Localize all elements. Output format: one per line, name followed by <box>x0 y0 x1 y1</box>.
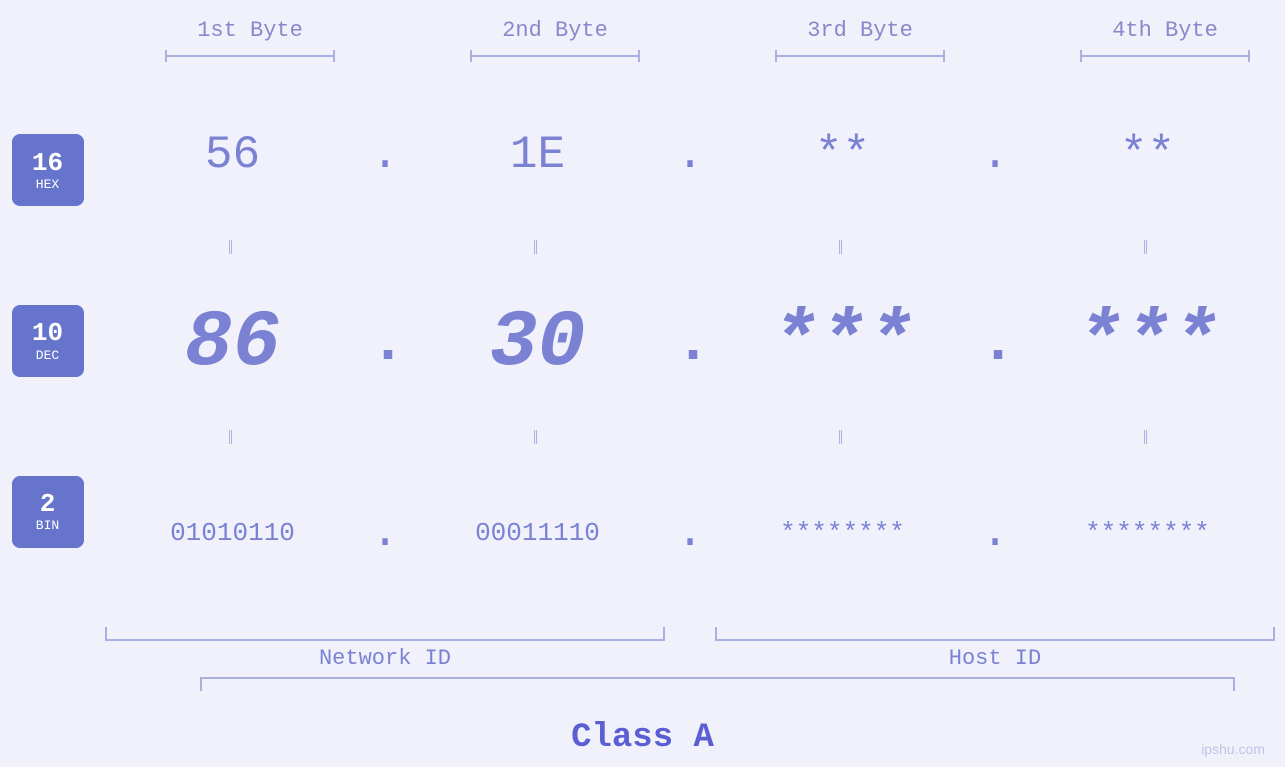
dec-badge-num: 10 <box>32 319 63 348</box>
bin-b2-value: 00011110 <box>475 518 600 548</box>
dec-b2-cell: 30 <box>400 298 675 389</box>
dec-dot2: . <box>675 310 705 378</box>
eq1-b2: ‖ <box>400 237 675 261</box>
spacer-between-brackets <box>675 621 705 641</box>
rows-area: 16 HEX 10 DEC 2 BIN 56 . 1E <box>0 75 1285 677</box>
equals-row-1: ‖ ‖ ‖ ‖ <box>95 234 1285 264</box>
dec-b2-value: 30 <box>489 298 585 389</box>
network-id-bracket-container <box>95 621 675 641</box>
bin-badge-label: BIN <box>36 518 59 533</box>
hex-b1-value: 56 <box>205 129 260 181</box>
hex-dot3: . <box>980 129 1010 181</box>
byte3-bracket-line <box>775 55 945 57</box>
class-bracket-line <box>200 677 1235 679</box>
hex-b3-cell: ** <box>705 129 980 181</box>
class-section: Class A <box>0 677 1285 767</box>
byte4-bracket <box>1028 47 1285 65</box>
data-grid: 56 . 1E . ** . ** ‖ ‖ <box>95 75 1285 677</box>
dec-b4-cell: *** <box>1010 298 1285 389</box>
hex-b2-value: 1E <box>510 129 565 181</box>
byte3-bracket <box>723 47 998 65</box>
bin-b3-cell: ******** <box>705 518 980 548</box>
bin-b1-value: 01010110 <box>170 518 295 548</box>
main-container: 1st Byte 2nd Byte 3rd Byte 4th Byte 16 <box>0 0 1285 767</box>
badges-column: 16 HEX 10 DEC 2 BIN <box>0 75 95 677</box>
byte1-label: 1st Byte <box>113 18 388 43</box>
hex-badge: 16 HEX <box>12 134 84 206</box>
byte2-bracket <box>418 47 693 65</box>
hex-b1-cell: 56 <box>95 129 370 181</box>
dec-row: 86 . 30 . *** . *** <box>95 264 1285 423</box>
byte2-label: 2nd Byte <box>418 18 693 43</box>
hex-dot2: . <box>675 129 705 181</box>
bin-b4-cell: ******** <box>1010 518 1285 548</box>
dec-b1-cell: 86 <box>95 298 370 389</box>
network-id-bracket-line <box>105 639 665 641</box>
dec-b3-cell: *** <box>705 298 980 389</box>
eq1-b4: ‖ <box>1010 237 1285 261</box>
hex-badge-label: HEX <box>36 177 59 192</box>
hex-dot1: . <box>370 129 400 181</box>
dec-dot1: . <box>370 310 400 378</box>
dec-b1-value: 86 <box>184 298 280 389</box>
byte2-bracket-line <box>470 55 640 57</box>
hex-badge-num: 16 <box>32 149 63 178</box>
dec-b4-value: *** <box>1075 298 1219 389</box>
bin-b4-value: ******** <box>1085 518 1210 548</box>
id-labels-row: Network ID Host ID <box>95 641 1285 677</box>
eq2-b4: ‖ <box>1010 427 1285 451</box>
id-bracket-row <box>95 621 1285 641</box>
bin-b2-cell: 00011110 <box>400 518 675 548</box>
host-id-bracket-container <box>705 621 1285 641</box>
eq2-b1: ‖ <box>95 427 370 451</box>
host-id-label: Host ID <box>705 646 1285 671</box>
bin-badge: 2 BIN <box>12 476 84 548</box>
bin-dot2: . <box>675 507 705 559</box>
bin-b1-cell: 01010110 <box>95 518 370 548</box>
dec-badge-label: DEC <box>36 348 59 363</box>
bin-dot3: . <box>980 507 1010 559</box>
bin-b3-value: ******** <box>780 518 905 548</box>
dec-dot3: . <box>980 310 1010 378</box>
byte-labels-row: 1st Byte 2nd Byte 3rd Byte 4th Byte <box>65 0 1285 43</box>
hex-b3-value: ** <box>815 129 870 181</box>
byte3-label: 3rd Byte <box>723 18 998 43</box>
hex-row: 56 . 1E . ** . ** <box>95 75 1285 234</box>
host-id-bracket-line <box>715 639 1275 641</box>
hex-b4-cell: ** <box>1010 129 1285 181</box>
eq2-b3: ‖ <box>705 427 980 451</box>
class-a-label: Class A <box>571 719 714 757</box>
top-bracket-row <box>65 47 1285 65</box>
eq1-b1: ‖ <box>95 237 370 261</box>
eq2-b2: ‖ <box>400 427 675 451</box>
bin-dot1: . <box>370 507 400 559</box>
dec-b3-value: *** <box>770 298 914 389</box>
bin-row: 01010110 . 00011110 . ******** . *******… <box>95 454 1285 613</box>
byte4-bracket-line <box>1080 55 1250 57</box>
hex-b4-value: ** <box>1120 129 1175 181</box>
eq1-b3: ‖ <box>705 237 980 261</box>
dec-badge: 10 DEC <box>12 305 84 377</box>
byte4-label: 4th Byte <box>1028 18 1285 43</box>
byte1-bracket <box>113 47 388 65</box>
bin-badge-num: 2 <box>40 490 56 519</box>
network-id-label: Network ID <box>95 646 675 671</box>
watermark: ipshu.com <box>1201 741 1265 757</box>
byte1-bracket-line <box>165 55 335 57</box>
hex-b2-cell: 1E <box>400 129 675 181</box>
equals-row-2: ‖ ‖ ‖ ‖ <box>95 424 1285 454</box>
